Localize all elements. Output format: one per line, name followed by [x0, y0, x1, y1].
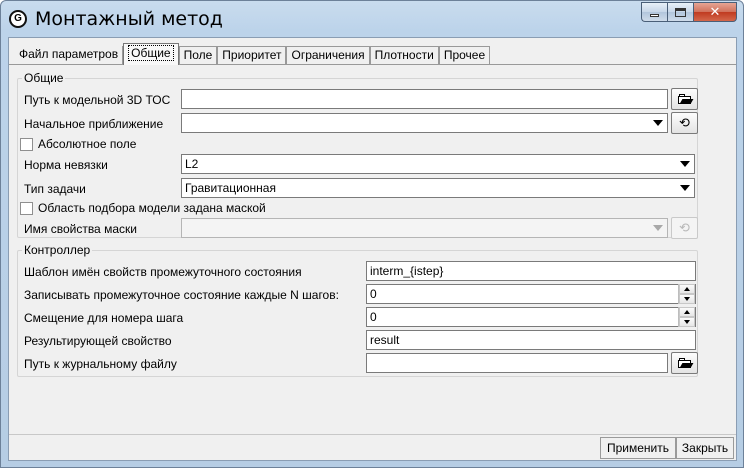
- absolute-field-checkbox[interactable]: [20, 137, 33, 151]
- chevron-down-icon[interactable]: [649, 219, 666, 237]
- log-path-input[interactable]: [366, 353, 668, 373]
- task-type-select[interactable]: Гравитационная: [181, 178, 695, 198]
- maximize-button[interactable]: [667, 2, 693, 22]
- tab-strip: Файл параметров Общие Поле Приоритет Огр…: [9, 43, 491, 65]
- minimize-icon: [650, 13, 659, 17]
- chevron-down-icon[interactable]: [649, 114, 666, 132]
- controller-group-legend: Контроллер: [22, 243, 93, 257]
- every-n-label: Записывать промежуточное состояние кажды…: [24, 288, 339, 302]
- tab-panel-border: [9, 64, 736, 65]
- general-group-legend: Общие: [22, 71, 66, 85]
- log-path-label: Путь к журнальному файлу: [24, 357, 177, 371]
- tab-constraints[interactable]: Ограничения: [286, 46, 370, 65]
- refresh-initial-button[interactable]: ⟲: [671, 112, 698, 134]
- close-dialog-button[interactable]: Закрыть: [676, 437, 734, 459]
- title-bar[interactable]: G Монтажный метод ✕: [1, 1, 743, 37]
- model-path-label: Путь к модельной 3D ТОС: [24, 93, 171, 107]
- result-input[interactable]: result: [366, 330, 696, 350]
- spin-down-icon[interactable]: [679, 294, 695, 304]
- refresh-icon: ⟲: [679, 115, 690, 130]
- offset-spinbox[interactable]: 0: [366, 307, 696, 327]
- folder-open-icon: [677, 358, 693, 368]
- every-n-spinbox[interactable]: 0: [366, 284, 696, 304]
- app-logo-icon[interactable]: G: [9, 10, 27, 28]
- mask-area-checkbox-row[interactable]: Область подбора модели задана маской: [18, 201, 266, 215]
- application-window: G Монтажный метод ✕ Файл параметров Общи…: [0, 0, 744, 468]
- mask-area-checkbox[interactable]: [20, 201, 33, 215]
- chevron-down-icon[interactable]: [676, 179, 693, 197]
- norm-label: Норма невязки: [24, 158, 108, 172]
- spin-up-icon[interactable]: [679, 307, 695, 317]
- offset-label: Смещение для номера шага: [24, 311, 184, 325]
- dialog-client-area: Файл параметров Общие Поле Приоритет Огр…: [8, 37, 737, 461]
- every-n-spin-buttons[interactable]: [678, 284, 695, 304]
- maximize-icon: [675, 7, 686, 17]
- browse-log-button[interactable]: [671, 352, 698, 374]
- tab-parameters-file[interactable]: Файл параметров: [15, 46, 124, 65]
- tab-field[interactable]: Поле: [178, 46, 218, 65]
- minimize-button[interactable]: [641, 2, 667, 22]
- window-title: Монтажный метод: [35, 8, 223, 30]
- initial-approx-label: Начальное приближение: [24, 117, 164, 131]
- close-icon: ✕: [709, 4, 721, 19]
- browse-model-button[interactable]: [671, 88, 698, 110]
- folder-open-icon: [677, 94, 693, 104]
- every-n-value: 0: [370, 287, 377, 301]
- apply-button[interactable]: Применить: [600, 437, 676, 459]
- norm-select[interactable]: L2: [181, 154, 695, 174]
- refresh-mask-button[interactable]: ⟲: [671, 217, 698, 239]
- norm-value: L2: [185, 157, 199, 171]
- initial-approx-select[interactable]: [181, 113, 668, 133]
- result-label: Результирующей свойство: [24, 334, 172, 348]
- refresh-icon: ⟲: [679, 220, 690, 235]
- absolute-field-checkbox-row[interactable]: Абсолютное поле: [18, 137, 136, 151]
- absolute-field-label: Абсолютное поле: [38, 137, 137, 151]
- tab-general[interactable]: Общие: [123, 43, 179, 65]
- caption-buttons: ✕: [641, 2, 737, 22]
- close-button[interactable]: ✕: [693, 2, 737, 22]
- template-label: Шаблон имён свойств промежуточного состо…: [24, 265, 302, 279]
- chevron-down-icon[interactable]: [676, 155, 693, 173]
- tab-densities[interactable]: Плотности: [369, 46, 439, 65]
- offset-spin-buttons[interactable]: [678, 307, 695, 327]
- template-input[interactable]: interm_{istep}: [366, 261, 696, 281]
- offset-value: 0: [370, 310, 377, 324]
- general-group: Общие Путь к модельной 3D ТОС Начальное …: [17, 71, 698, 239]
- spin-up-icon[interactable]: [679, 284, 695, 294]
- model-path-input[interactable]: [181, 89, 668, 109]
- footer-separator: [9, 434, 736, 435]
- task-type-label: Тип задачи: [24, 182, 86, 196]
- mask-area-label: Область подбора модели задана маской: [38, 201, 266, 215]
- mask-prop-label: Имя свойства маски: [24, 222, 137, 236]
- spin-down-icon[interactable]: [679, 317, 695, 327]
- controller-group: Контроллер Шаблон имён свойств промежуто…: [17, 243, 698, 377]
- mask-prop-select[interactable]: [181, 218, 668, 238]
- task-type-value: Гравитационная: [185, 181, 276, 195]
- tab-priority[interactable]: Приоритет: [217, 46, 287, 65]
- tab-other[interactable]: Прочее: [438, 46, 491, 65]
